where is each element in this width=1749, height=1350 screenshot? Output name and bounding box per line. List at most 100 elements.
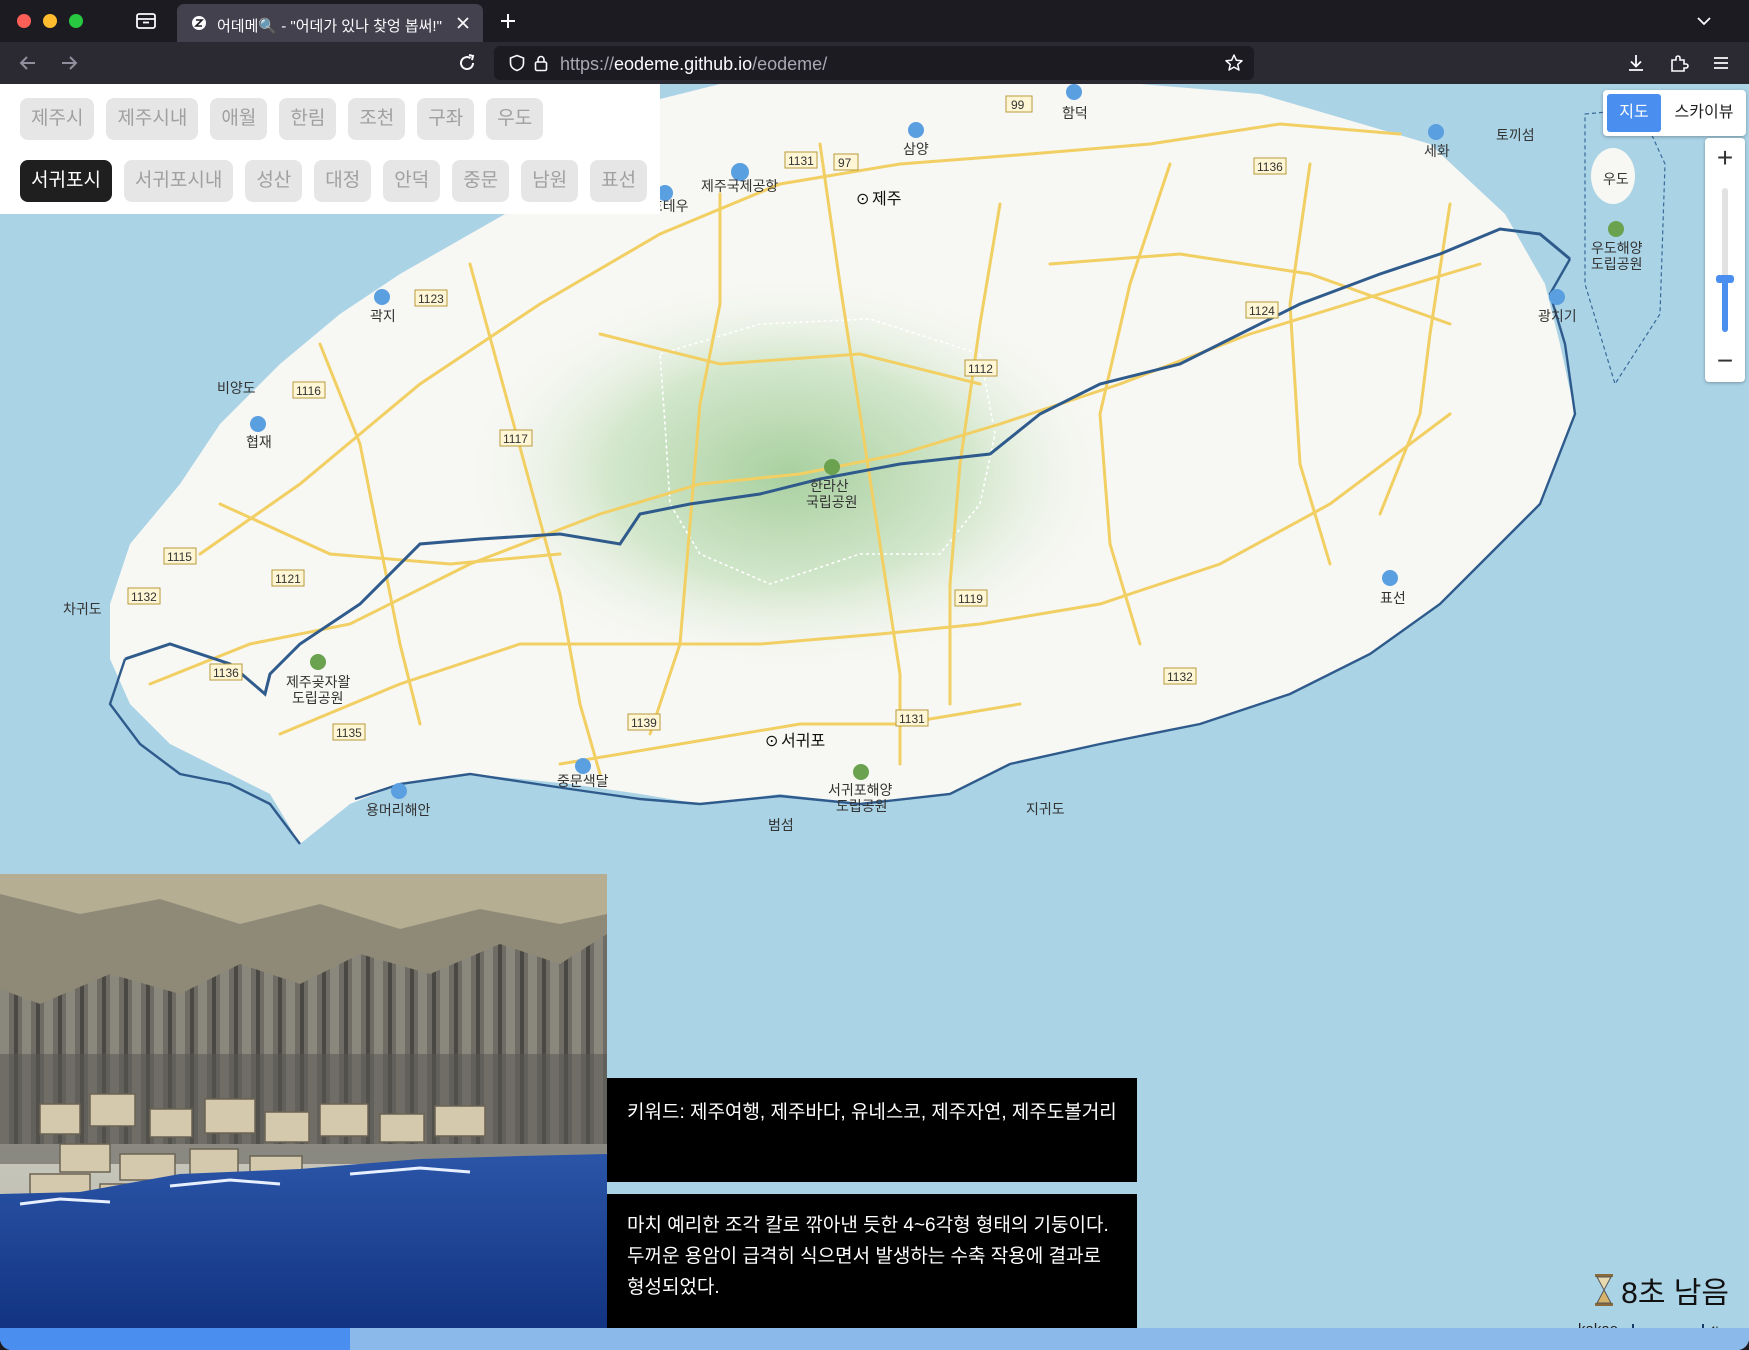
tab-title: 어데메🔍 - "어데가 있나 찾엉 봅써!" xyxy=(217,18,442,35)
map-view-button[interactable]: 지도 xyxy=(1607,94,1661,132)
navigation-bar: https://eodeme.github.io/eodeme/ xyxy=(0,42,1749,84)
chevron-down-icon[interactable] xyxy=(1695,12,1713,30)
window-close-button[interactable] xyxy=(17,14,31,28)
region-filter-chip[interactable]: 안덕 xyxy=(383,160,441,202)
bookmark-star-icon[interactable] xyxy=(1224,53,1244,73)
label-jungmun: 중문색달 xyxy=(557,773,609,789)
url-domain: eodeme.github.io xyxy=(614,54,753,74)
zoom-control: + − xyxy=(1705,138,1745,382)
svg-text:1136: 1136 xyxy=(213,666,239,680)
reload-icon[interactable] xyxy=(456,52,478,74)
svg-text:1132: 1132 xyxy=(131,590,157,604)
time-progress-fill xyxy=(0,1328,350,1350)
region-filter-chip[interactable]: 성산 xyxy=(245,160,303,202)
shield-icon[interactable] xyxy=(508,54,526,72)
label-hallasan: 한라산 xyxy=(810,478,849,494)
hourglass-icon xyxy=(1595,1274,1614,1306)
url-path: /eodeme/ xyxy=(752,54,828,74)
tab-strip: 어데메🔍 - "어데가 있나 찾엉 봅써!" xyxy=(0,0,1749,42)
svg-text:1121: 1121 xyxy=(275,572,301,586)
region-filter-chip[interactable]: 표선 xyxy=(590,160,648,202)
browser-window: 어데메🔍 - "어데가 있나 찾엉 봅써!" https://eodeme.gi… xyxy=(0,0,1749,1350)
region-filter-chip[interactable]: 서귀포시 xyxy=(20,160,112,202)
label-hyeopjae: 협재 xyxy=(246,434,272,450)
tab-close-icon[interactable] xyxy=(453,13,473,33)
svg-text:1123: 1123 xyxy=(418,292,444,306)
time-progress-bar xyxy=(0,1328,1749,1350)
region-filter-chip[interactable]: 구좌 xyxy=(417,98,475,140)
svg-text:1119: 1119 xyxy=(958,592,983,606)
label-seogwipo: 서귀포 xyxy=(781,732,825,750)
region-filter-chip[interactable]: 대정 xyxy=(314,160,372,202)
svg-text:1124: 1124 xyxy=(1249,304,1275,318)
zoom-out-button[interactable]: − xyxy=(1705,342,1745,382)
label-gotjawal: 제주곶자왈 xyxy=(286,674,351,690)
window-maximize-button[interactable] xyxy=(69,14,83,28)
quiz-keywords-text: 키워드: 제주여행, 제주바다, 유네스코, 제주자연, 제주도볼거리 xyxy=(627,1102,1117,1123)
label-biyangdo: 비양도 xyxy=(217,380,256,396)
timer-text: 8초 남음 xyxy=(1621,1277,1729,1310)
url-scheme: https:// xyxy=(560,54,615,74)
region-filter-chip[interactable]: 남원 xyxy=(521,160,579,202)
countdown-timer: 8초 남음 xyxy=(1593,1268,1729,1312)
label-tokkiseom: 토끼섬 xyxy=(1496,127,1535,143)
svg-text:1131: 1131 xyxy=(899,712,925,726)
label-udo: 우도 xyxy=(1603,171,1629,187)
label-sehwa: 세화 xyxy=(1424,143,1450,159)
label-gwangchigi: 광치기 xyxy=(1538,308,1577,324)
svg-text:1136: 1136 xyxy=(1257,160,1283,174)
svg-text:1115: 1115 xyxy=(167,550,192,564)
extensions-puzzle-icon[interactable] xyxy=(1668,52,1690,74)
region-filter-chip[interactable]: 우도 xyxy=(486,98,544,140)
zoom-slider-fill xyxy=(1722,278,1728,332)
svg-text:1112: 1112 xyxy=(968,362,993,376)
label-chagwido: 차귀도 xyxy=(63,601,102,617)
zoom-in-button[interactable]: + xyxy=(1705,138,1745,178)
tab-list-icon[interactable] xyxy=(134,11,158,31)
label-pyoseon: 표선 xyxy=(1380,590,1406,606)
region-filter-chip[interactable]: 제주시내 xyxy=(106,98,199,140)
label-hamdeok: 함덕 xyxy=(1062,105,1088,121)
svg-text:1131: 1131 xyxy=(788,154,814,168)
svg-text:99: 99 xyxy=(1011,98,1025,112)
label-airport: 제주국제공항 xyxy=(701,178,778,194)
zoom-slider-handle[interactable] xyxy=(1716,274,1734,283)
svg-text:⊙: ⊙ xyxy=(856,191,869,208)
label-beomseom: 범섬 xyxy=(768,817,794,833)
label-udo-marine: 우도해양 xyxy=(1591,240,1643,256)
region-filter-chip[interactable]: 조천 xyxy=(348,98,406,140)
zoom-slider[interactable] xyxy=(1716,188,1734,332)
region-filter-chip[interactable]: 애월 xyxy=(210,98,268,140)
label-yongmeori: 용머리해안 xyxy=(366,802,431,818)
region-filter-chip[interactable]: 제주시 xyxy=(20,98,95,140)
window-minimize-button[interactable] xyxy=(43,14,57,28)
quiz-keywords-box: 키워드: 제주여행, 제주바다, 유네스코, 제주자연, 제주도볼거리 xyxy=(607,1078,1137,1182)
svg-text:1117: 1117 xyxy=(503,432,528,446)
label-jeju: 제주 xyxy=(872,190,901,208)
seogwipo-city-filter-row: 서귀포시 서귀포시내 성산 대정 안덕 중문 남원 표선 xyxy=(20,160,648,202)
new-tab-icon[interactable] xyxy=(498,11,518,31)
region-filter-panel: 제주시 제주시내 애월 한림 조천 구좌 우도 서귀포시 서귀포시내 성산 대정 안덕 중문 남원 표선 xyxy=(0,84,660,214)
quiz-description-box: 마치 예리한 조각 칼로 깎아낸 듯한 4~6각형 형태의 기둥이다. 두꺼운 … xyxy=(607,1194,1137,1328)
svg-text:1135: 1135 xyxy=(336,726,362,740)
region-filter-chip[interactable]: 중문 xyxy=(452,160,510,202)
url-text[interactable]: https://eodeme.github.io/eodeme/ xyxy=(560,54,827,75)
svg-text:1139: 1139 xyxy=(631,716,657,730)
address-bar[interactable]: https://eodeme.github.io/eodeme/ xyxy=(494,46,1254,80)
region-filter-chip[interactable]: 한림 xyxy=(279,98,337,140)
label-seogwipo-park: 도립공원 xyxy=(836,798,888,814)
svg-text:1116: 1116 xyxy=(296,384,321,398)
lock-icon[interactable] xyxy=(532,54,550,72)
quiz-description-text: 마치 예리한 조각 칼로 깎아낸 듯한 4~6각형 형태의 기둥이다. 두꺼운 … xyxy=(627,1215,1109,1298)
region-filter-chip[interactable]: 서귀포시내 xyxy=(123,160,234,202)
site-favicon-icon xyxy=(191,15,207,31)
forward-arrow-icon[interactable] xyxy=(58,52,80,74)
back-arrow-icon[interactable] xyxy=(17,52,39,74)
download-icon[interactable] xyxy=(1625,52,1647,74)
hamburger-menu-icon[interactable] xyxy=(1710,52,1732,74)
label-gotjawal-park: 도립공원 xyxy=(292,690,344,706)
jeju-city-filter-row: 제주시 제주시내 애월 한림 조천 구좌 우도 xyxy=(20,98,544,140)
skyview-button[interactable]: 스카이뷰 xyxy=(1665,94,1743,132)
active-tab[interactable]: 어데메🔍 - "어데가 있나 찾엉 봅써!" xyxy=(177,4,483,42)
label-jigwido: 지귀도 xyxy=(1026,801,1065,817)
